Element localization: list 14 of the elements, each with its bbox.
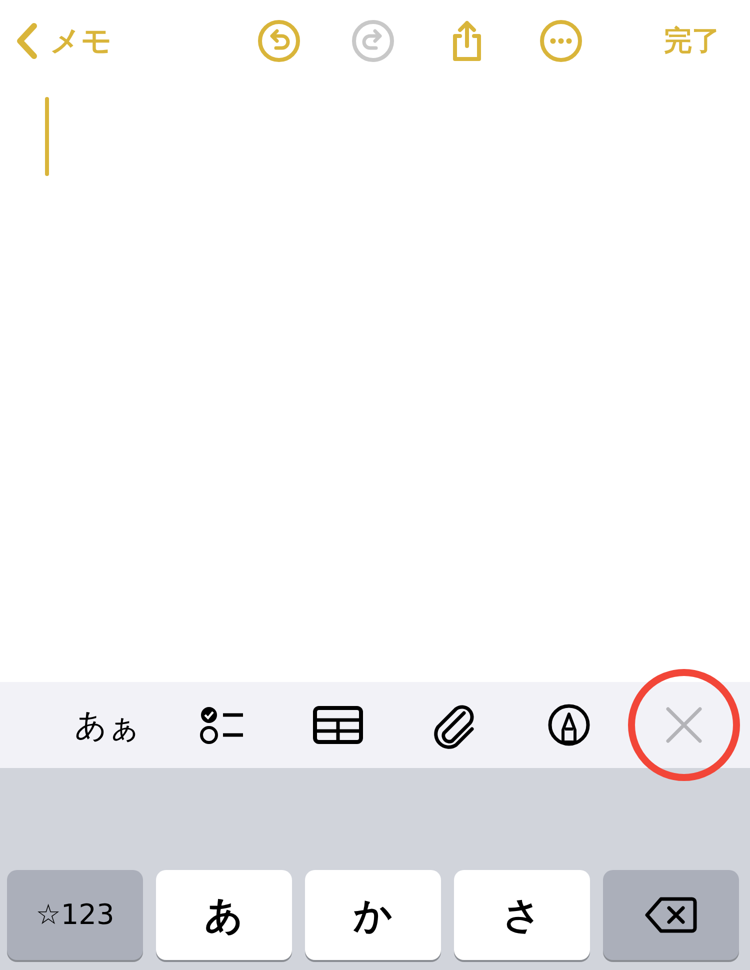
symbols-key[interactable]: ☆123 [7,870,143,960]
backspace-icon [645,896,697,934]
chevron-left-icon [16,23,38,59]
text-style-button[interactable]: あぁ [66,682,149,768]
kana-key[interactable]: あ [156,870,292,960]
delete-key[interactable] [603,870,739,960]
kana-key[interactable]: さ [454,870,590,960]
kana-key[interactable]: か [305,870,441,960]
table-icon [313,706,364,744]
pen-tip-circle-icon [546,703,591,747]
redo-icon [351,19,395,63]
close-icon [664,705,704,745]
more-icon [539,19,583,63]
undo-icon [257,19,301,63]
